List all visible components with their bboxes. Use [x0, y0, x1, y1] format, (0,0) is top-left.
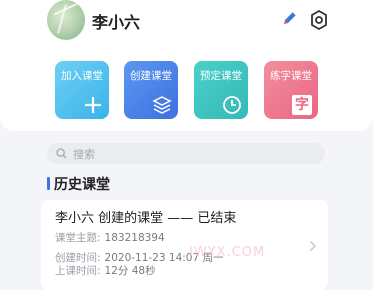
book-class-button[interactable]: 预定课堂 — [194, 61, 248, 119]
class-topic-value: 183218394 — [104, 232, 165, 244]
avatar[interactable] — [47, 0, 85, 40]
class-duration-row: 上课时间: 12分 48秒 — [55, 263, 156, 278]
practice-class-button[interactable]: 练字课堂 字 — [264, 61, 318, 119]
section-accent-bar — [47, 177, 50, 190]
edit-icon[interactable] — [281, 9, 299, 27]
class-title: 李小六 创建的课堂 —— 已结束 — [55, 211, 237, 226]
create-class-label: 创建课堂 — [130, 70, 172, 82]
class-topic-row: 课堂主题: 183218394 — [55, 230, 165, 245]
join-class-button[interactable]: 加入课堂 — [55, 61, 109, 119]
search-placeholder: 搜索 — [73, 148, 95, 161]
plus-icon — [85, 97, 101, 113]
history-section-title: 历史课堂 — [54, 177, 110, 193]
search-input[interactable]: 搜索 — [47, 143, 325, 164]
watermark: IWYX.COM — [189, 245, 266, 260]
search-icon — [56, 148, 67, 159]
chevron-right-icon[interactable] — [309, 240, 317, 252]
history-class-card[interactable]: 李小六 创建的课堂 —— 已结束 课堂主题: 183218394 创建时间: 202… — [41, 200, 328, 290]
clock-icon — [223, 96, 241, 114]
book-class-label: 预定课堂 — [200, 70, 242, 82]
create-class-button[interactable]: 创建课堂 — [124, 61, 178, 119]
character-icon: 字 — [292, 95, 312, 115]
class-topic-label: 课堂主题: — [55, 232, 101, 244]
user-name: 李小六 — [92, 13, 141, 32]
layers-icon — [152, 96, 172, 114]
profile-header: 李小六 加入课堂 创建课堂 预定课堂 练字课堂 字 — [0, 0, 373, 131]
settings-icon[interactable] — [309, 9, 329, 31]
class-duration-value: 12分 48秒 — [104, 265, 156, 277]
join-class-label: 加入课堂 — [61, 70, 103, 82]
practice-class-label: 练字课堂 — [270, 70, 312, 82]
class-duration-label: 上课时间: — [55, 265, 101, 277]
